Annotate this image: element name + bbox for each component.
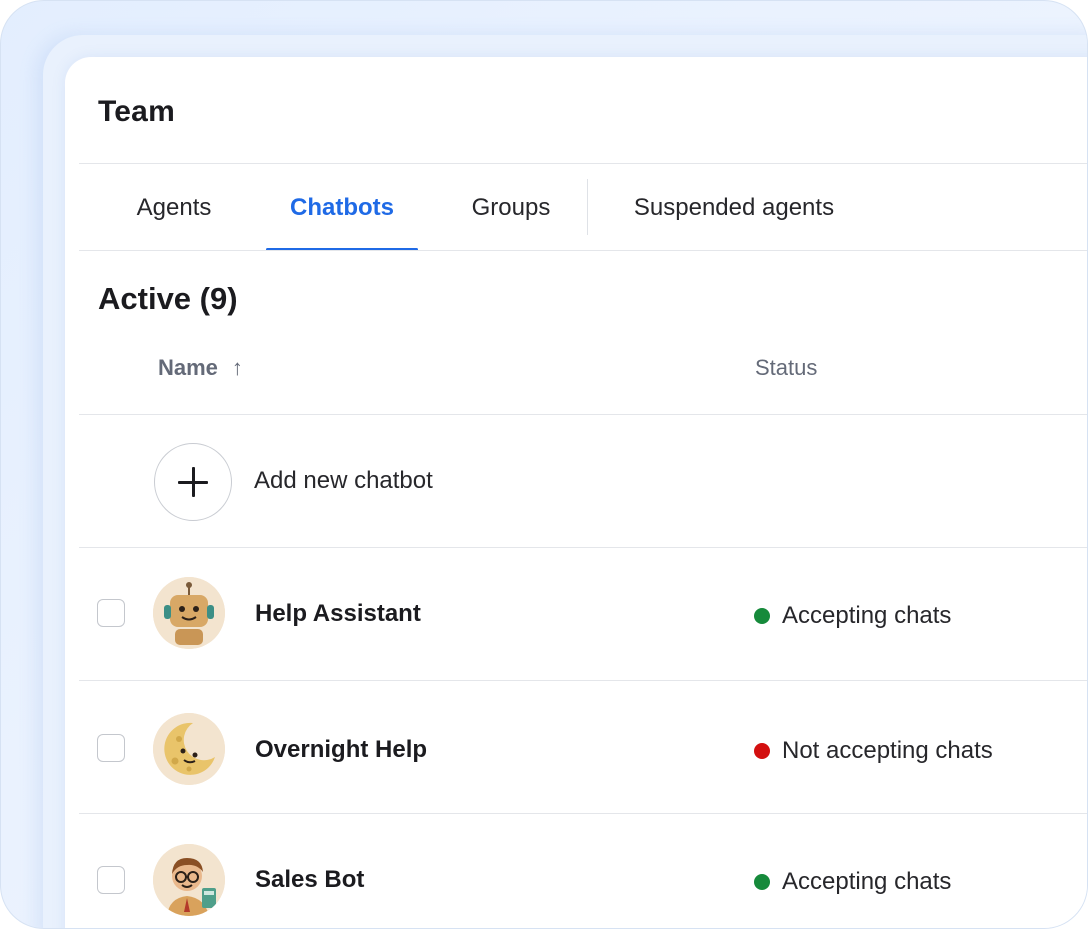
tab-agents[interactable]: Agents <box>119 165 229 251</box>
moon-avatar-icon <box>153 713 225 785</box>
table-row[interactable]: Sales Bot Accepting chats <box>79 814 1087 928</box>
status-text: Not accepting chats <box>782 737 993 764</box>
status-text: Accepting chats <box>782 602 952 629</box>
tab-groups[interactable]: Groups <box>456 165 566 251</box>
column-header-name[interactable]: Name ↑ <box>158 355 243 381</box>
status-indicator: Accepting chats <box>754 868 951 896</box>
sort-ascending-icon[interactable]: ↑ <box>232 355 243 381</box>
salesman-avatar-icon <box>153 844 225 916</box>
tab-suspended-agents[interactable]: Suspended agents <box>619 165 849 251</box>
robot-avatar-icon <box>153 577 225 649</box>
chatbot-name[interactable]: Help Assistant <box>255 600 421 628</box>
row-checkbox[interactable] <box>97 734 125 762</box>
tab-bar: Agents Chatbots Groups Suspended agents <box>79 165 1087 251</box>
status-dot-icon <box>754 608 770 624</box>
section-title: Active (9) <box>98 281 238 316</box>
chatbot-name[interactable]: Overnight Help <box>255 736 427 764</box>
chatbot-name[interactable]: Sales Bot <box>255 866 364 894</box>
status-dot-icon <box>754 743 770 759</box>
row-checkbox[interactable] <box>97 599 125 627</box>
table-row[interactable]: Overnight Help Not accepting chats <box>79 681 1087 813</box>
row-checkbox[interactable] <box>97 866 125 894</box>
status-text: Accepting chats <box>782 868 952 895</box>
status-indicator: Accepting chats <box>754 602 951 630</box>
divider <box>79 163 1087 164</box>
team-panel: Team Agents Chatbots Groups Suspended ag… <box>65 57 1087 928</box>
divider <box>79 250 1087 251</box>
status-indicator: Not accepting chats <box>754 737 993 765</box>
app-frame: Team Agents Chatbots Groups Suspended ag… <box>0 0 1088 929</box>
plus-icon <box>178 467 208 497</box>
tab-divider <box>587 179 588 235</box>
add-chatbot-row[interactable]: Add new chatbot <box>79 415 1087 547</box>
table-row[interactable]: Help Assistant Accepting chats <box>79 548 1087 680</box>
add-chatbot-button[interactable] <box>154 443 232 521</box>
page-title: Team <box>98 95 175 128</box>
tab-chatbots[interactable]: Chatbots <box>266 165 418 251</box>
column-header-name-label: Name <box>158 355 218 380</box>
column-header-status: Status <box>755 355 818 380</box>
status-dot-icon <box>754 874 770 890</box>
add-chatbot-label[interactable]: Add new chatbot <box>254 467 433 495</box>
